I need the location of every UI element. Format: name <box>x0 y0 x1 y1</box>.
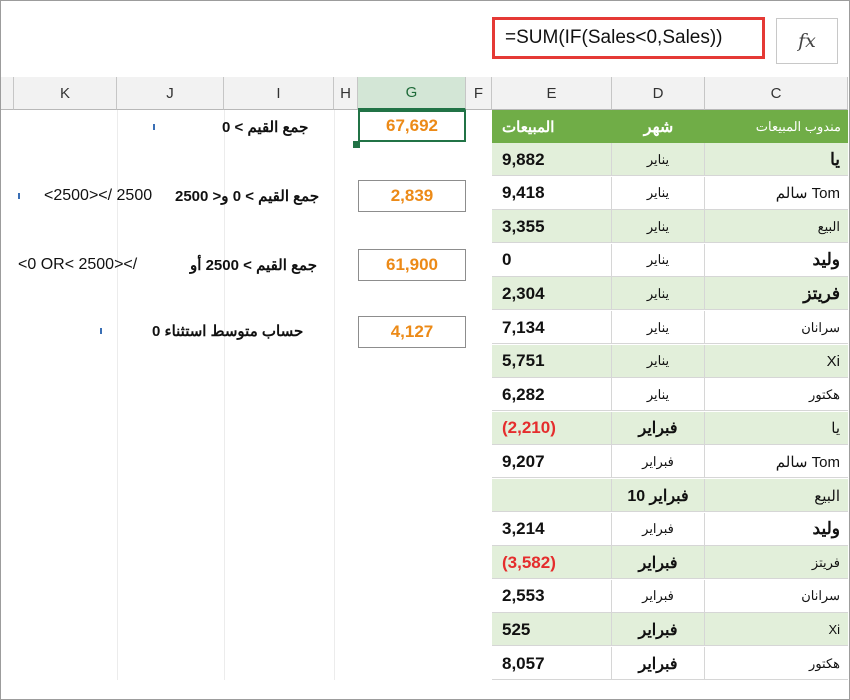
sales-rep-cell[interactable]: وليد <box>705 513 848 546</box>
month-cell[interactable]: فبراير <box>612 512 705 546</box>
sales-cell[interactable]: 6,282 <box>492 378 612 412</box>
formula-text: =SUM(IF(Sales<0,Sales)) <box>505 27 723 48</box>
gridline <box>334 110 335 680</box>
table-row: 9,207 فبراير سالم Tom <box>492 445 848 479</box>
column-header-d[interactable]: D <box>612 77 705 110</box>
month-cell[interactable]: فبراير <box>612 546 705 580</box>
table-row: 3,214 فبراير وليد <box>492 512 848 546</box>
month-cell[interactable]: فبراير <box>612 647 705 680</box>
header-rep[interactable]: مندوب المبيعات <box>705 110 841 143</box>
result-sum-negative[interactable]: 67,692 <box>358 110 466 142</box>
sales-cell[interactable]: 2,304 <box>492 277 612 311</box>
sales-cell[interactable]: 9,418 <box>492 176 612 210</box>
month-cell[interactable]: يناير <box>612 378 705 412</box>
month-cell[interactable]: فبراير <box>612 411 705 445</box>
sales-cell[interactable]: (2,210) <box>492 411 612 445</box>
month-cell[interactable]: فبراير 10 <box>612 479 705 512</box>
sales-rep-cell[interactable]: البيع <box>705 210 848 243</box>
result-average-excluding[interactable]: 4,127 <box>358 316 466 348</box>
sales-rep-cell[interactable]: يا <box>705 412 848 445</box>
column-header-j[interactable]: J <box>117 77 224 110</box>
sales-cell[interactable]: 8,057 <box>492 647 612 680</box>
table-row: 2,553 فبراير سرانان <box>492 579 848 613</box>
condition-between: <2500></ 2500 <box>44 187 153 204</box>
month-cell[interactable]: يناير <box>612 243 705 277</box>
header-month[interactable]: شهر <box>612 110 705 143</box>
cell-marker <box>18 193 20 199</box>
sales-cell[interactable]: 3,214 <box>492 512 612 546</box>
formula-bar: fx =SUM(IF(Sales<0,Sales)) <box>1 1 848 74</box>
sales-cell[interactable]: 9,882 <box>492 143 612 176</box>
table-row: 2,304 يناير فريتز <box>492 277 848 311</box>
table-row: 8,057 فبراير هكتور <box>492 647 848 680</box>
month-cell[interactable]: يناير <box>612 176 705 210</box>
table-row: 9,882 يناير يا <box>492 143 848 176</box>
sales-rep-cell[interactable]: البيع <box>705 479 848 512</box>
table-row: (2,210) فبراير يا <box>492 411 848 445</box>
sales-rep-cell[interactable]: سالم Tom <box>705 177 848 210</box>
table-header-row: المبيعات شهر مندوب المبيعات <box>492 110 848 143</box>
month-cell[interactable]: يناير <box>612 311 705 344</box>
sales-rep-cell[interactable]: فريتز <box>705 546 848 579</box>
sales-rep-cell[interactable]: سالم Tom <box>705 445 848 478</box>
table-row: 525 فبراير Xi <box>492 613 848 647</box>
sales-rep-cell[interactable]: سرانان <box>705 311 848 344</box>
sales-rep-cell[interactable]: هكتور <box>705 647 848 680</box>
result-sum-between[interactable]: 2,839 <box>358 180 466 212</box>
table-row: فبراير 10 البيع <box>492 479 848 512</box>
header-sales[interactable]: المبيعات <box>502 110 554 143</box>
table-row: 3,355 يناير البيع <box>492 210 848 244</box>
label-sum-negative: جمع القيم > 0 <box>222 119 309 136</box>
column-header-e[interactable]: E <box>492 77 612 110</box>
cell-marker <box>153 124 155 130</box>
month-cell[interactable]: فبراير <box>612 445 705 479</box>
sales-rep-cell[interactable]: سرانان <box>705 580 848 613</box>
column-header-corner <box>1 77 14 110</box>
sales-cell[interactable]: 525 <box>492 613 612 647</box>
sales-cell[interactable]: 0 <box>492 243 612 277</box>
month-cell[interactable]: فبراير <box>612 613 705 647</box>
month-cell[interactable]: فبراير <box>612 579 705 613</box>
formula-input[interactable]: =SUM(IF(Sales<0,Sales)) <box>492 17 765 59</box>
table-row: 7,134 يناير سرانان <box>492 311 848 344</box>
table-row: (3,582) فبراير فريتز <box>492 546 848 580</box>
column-header-c[interactable]: C <box>705 77 848 110</box>
month-cell[interactable]: يناير <box>612 143 705 176</box>
month-cell[interactable]: يناير <box>612 210 705 244</box>
sales-rep-cell[interactable]: وليد <box>705 244 848 277</box>
sales-cell[interactable]: 5,751 <box>492 344 612 378</box>
sales-cell[interactable]: 2,553 <box>492 579 612 613</box>
label-average-excluding: حساب متوسط استثناء 0 <box>152 323 304 340</box>
sales-rep-cell[interactable]: Xi <box>705 345 848 378</box>
sales-rep-cell[interactable]: هكتور <box>705 378 848 411</box>
fill-handle[interactable] <box>353 141 360 148</box>
table-row: 9,418 يناير سالم Tom <box>492 176 848 210</box>
table-row: 0 يناير وليد <box>492 243 848 277</box>
condition-or: <0 OR< 2500></ <box>18 256 138 273</box>
cell-marker <box>100 328 102 334</box>
column-header-f[interactable]: F <box>466 77 492 110</box>
column-header-k[interactable]: K <box>14 77 117 110</box>
sales-cell[interactable]: 7,134 <box>492 311 612 344</box>
column-header-g[interactable]: G <box>358 77 466 110</box>
month-cell[interactable]: يناير <box>612 344 705 378</box>
sales-rep-cell[interactable]: فريتز <box>705 277 848 310</box>
sales-cell[interactable] <box>492 479 612 512</box>
table-row: 5,751 يناير Xi <box>492 344 848 378</box>
sales-rep-cell[interactable]: Xi <box>705 613 848 646</box>
sales-cell[interactable]: 9,207 <box>492 445 612 479</box>
column-header-h[interactable]: H <box>334 77 358 110</box>
sales-cell[interactable]: 3,355 <box>492 210 612 244</box>
column-header-i[interactable]: I <box>224 77 334 110</box>
month-cell[interactable]: يناير <box>612 277 705 311</box>
table-row: 6,282 يناير هكتور <box>492 378 848 412</box>
label-sum-between: جمع القيم > 0 و< 2500 <box>175 188 320 205</box>
sales-cell[interactable]: (3,582) <box>492 546 612 580</box>
function-icon[interactable]: fx <box>776 18 838 64</box>
sales-rep-cell[interactable]: يا <box>705 143 848 176</box>
result-sum-or[interactable]: 61,900 <box>358 249 466 281</box>
label-sum-or: جمع القيم > 2500 أو <box>190 257 317 274</box>
